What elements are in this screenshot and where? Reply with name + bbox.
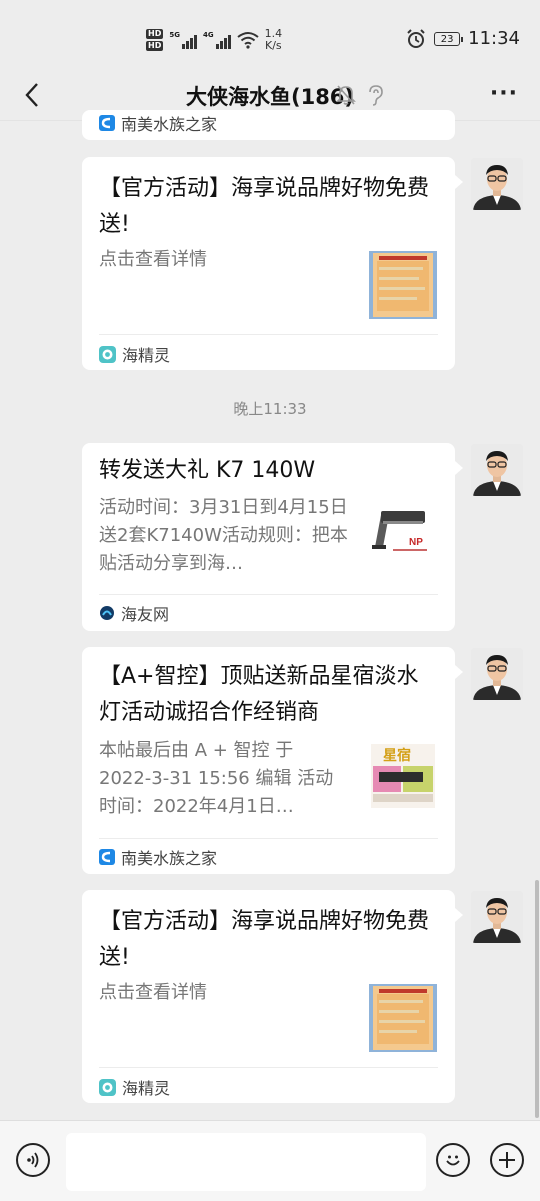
source-name: 南美水族之家	[121, 849, 218, 868]
haijingling-logo-icon	[99, 345, 116, 363]
clock: 11:34	[468, 28, 520, 49]
signal-label: 5G	[169, 31, 180, 39]
article-description: 活动时间：3月31日到4月15日送2套K7140W活动规则：把本贴活动分享到海…	[99, 497, 348, 574]
scrollbar[interactable]	[535, 880, 539, 1118]
svg-text:NP: NP	[409, 537, 423, 548]
hd-badge: HD	[146, 41, 164, 51]
haijingling-logo-icon	[99, 1078, 116, 1096]
alarm-icon	[407, 28, 425, 48]
emoji-icon	[446, 1155, 460, 1166]
status-bar: HD HD 5G 4G 1.4 K/s 23 11:34	[0, 0, 540, 70]
more-button[interactable]: ···	[490, 81, 518, 106]
article-title: 【官方活动】海享说品牌好物免费送!	[99, 909, 430, 970]
article-thumbnail	[369, 984, 437, 1052]
svg-text:星宿: 星宿	[383, 747, 411, 764]
battery-icon: 23	[434, 31, 464, 46]
add-button[interactable]	[490, 1143, 524, 1177]
message-input[interactable]	[66, 1133, 426, 1191]
ear-icon	[369, 85, 383, 106]
source-name: 海精灵	[122, 346, 171, 365]
signal-icon: 4G	[203, 31, 231, 49]
signal-icon: 5G	[169, 31, 197, 49]
plus-icon	[499, 1152, 515, 1168]
source-name: 海精灵	[122, 1079, 171, 1098]
card-divider	[99, 838, 438, 839]
nanmei-logo-icon	[99, 115, 115, 131]
avatar[interactable]	[471, 891, 523, 943]
haiyouwang-logo-icon	[100, 606, 114, 620]
network-speed: 1.4 K/s	[265, 28, 283, 52]
card-divider	[99, 594, 438, 595]
person-avatar-icon	[471, 648, 523, 700]
chat-title: 大侠海水鱼(186)	[185, 85, 355, 109]
person-avatar-icon	[471, 158, 523, 210]
shared-article-card[interactable]: 转发送大礼 K7 140W 活动时间：3月31日到4月15日送2套K7140W活…	[82, 443, 463, 631]
source-name: 南美水族之家	[121, 115, 218, 134]
mute-bell-icon	[336, 85, 356, 105]
article-thumbnail: 星宿	[369, 742, 437, 810]
person-avatar-icon	[471, 891, 523, 943]
hd-badge: HD	[146, 29, 164, 39]
signal-label: 4G	[202, 31, 214, 39]
card-divider	[99, 334, 438, 335]
article-description: 本帖最后由 A + 智控 于 2022-3-31 15:56 编辑 活动时间：2…	[99, 740, 334, 817]
person-avatar-icon	[471, 444, 523, 496]
article-thumbnail: NP	[369, 499, 437, 567]
message-timestamp: 晚上11:33	[233, 400, 307, 418]
article-source: 海友网	[99, 602, 169, 624]
article-title: 【官方活动】海享说品牌好物免费送!	[99, 176, 430, 237]
shared-article-card[interactable]: 【A+智控】顶贴送新品星宿淡水灯活动诚招合作经销商 本帖最后由 A + 智控 于…	[82, 647, 463, 874]
avatar[interactable]	[471, 648, 523, 700]
article-source: 海精灵	[99, 343, 170, 365]
article-source: 海精灵	[99, 1076, 170, 1098]
chat-input-bar	[0, 1120, 540, 1201]
shared-article-card[interactable]: 【官方活动】海享说品牌好物免费送! 点击查看详情 海精灵	[82, 157, 463, 370]
avatar[interactable]	[471, 444, 523, 496]
emoji-button[interactable]	[436, 1143, 470, 1177]
card-divider	[99, 1067, 438, 1068]
article-description: 点击查看详情	[99, 982, 207, 1003]
source-name: 海友网	[121, 605, 170, 624]
speed-unit: K/s	[265, 39, 282, 52]
voice-icon	[27, 1152, 39, 1168]
nanmei-logo-icon	[99, 849, 115, 865]
article-title: 转发送大礼 K7 140W	[99, 458, 316, 483]
article-source: 南美水族之家	[99, 846, 217, 868]
voice-button[interactable]	[16, 1143, 50, 1177]
avatar[interactable]	[471, 158, 523, 210]
shared-article-card[interactable]: 【官方活动】海享说品牌好物免费送! 点击查看详情 海精灵	[82, 890, 463, 1103]
article-source: 南美水族之家	[99, 112, 217, 134]
article-thumbnail	[369, 251, 437, 319]
article-title: 【A+智控】顶贴送新品星宿淡水灯活动诚招合作经销商	[99, 664, 419, 725]
wifi-icon	[236, 32, 259, 49]
shared-article-card[interactable]: 南美水族之家	[82, 110, 455, 140]
article-description: 点击查看详情	[99, 249, 207, 270]
network-status: HD HD 5G 4G 1.4 K/s	[146, 24, 282, 56]
